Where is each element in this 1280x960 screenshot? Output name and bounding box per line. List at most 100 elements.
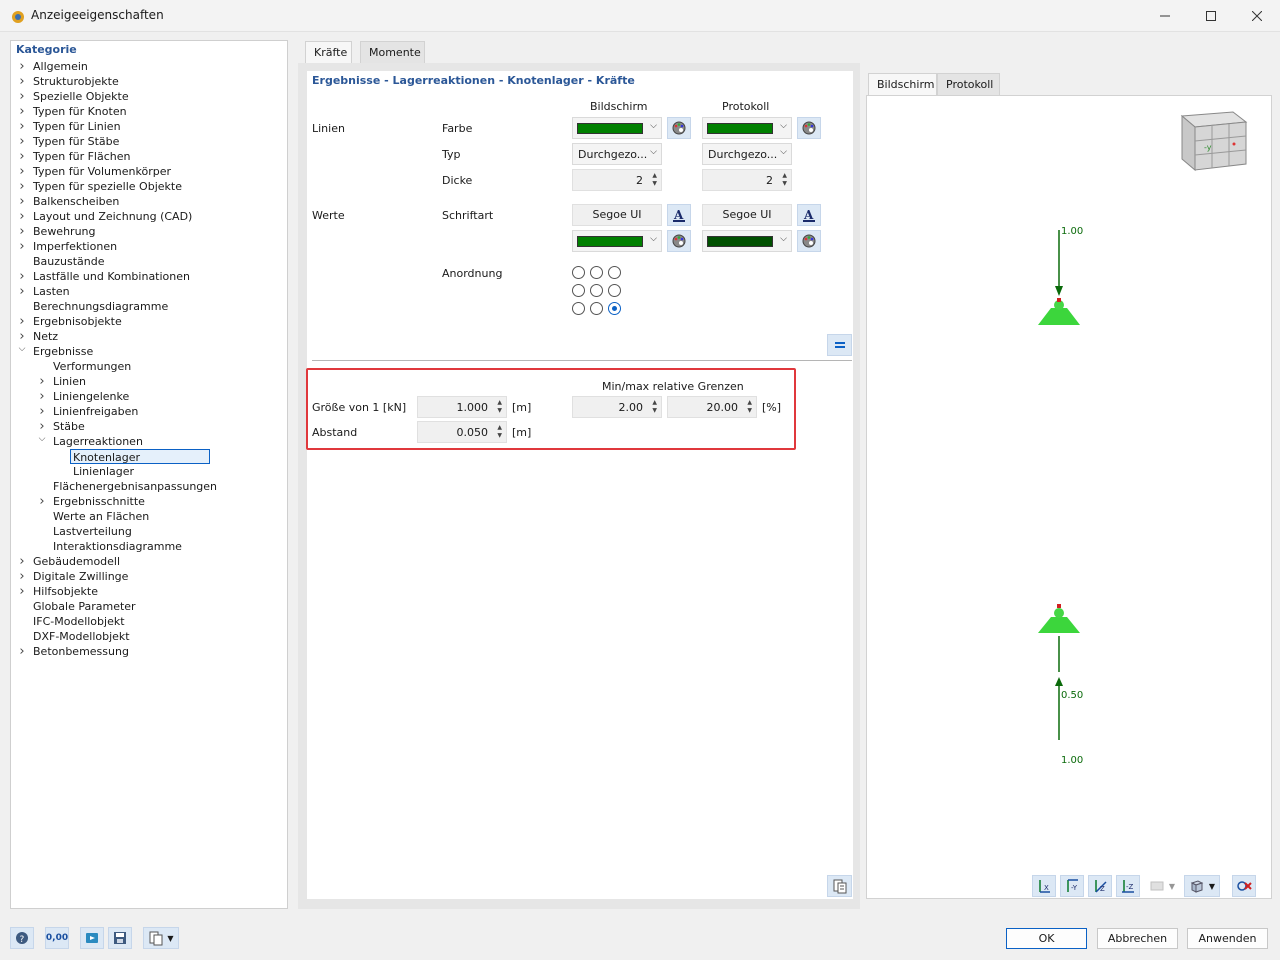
limit-min-spinner[interactable]: 2.00 ▲ ▼ bbox=[572, 396, 662, 418]
tree-item[interactable]: Bewehrung bbox=[33, 224, 96, 239]
line-type-screen-select[interactable]: Durchgezo... ⌵ bbox=[572, 143, 662, 165]
units-button[interactable]: 0,00 bbox=[45, 927, 69, 949]
tree-item[interactable]: Netz bbox=[33, 329, 58, 344]
view-minus-z-button[interactable]: -Z bbox=[1116, 875, 1140, 897]
tree-item[interactable]: Ergebnisse bbox=[33, 344, 93, 359]
tree-item[interactable]: Betonbemessung bbox=[33, 644, 129, 659]
limit-max-spinner[interactable]: 20.00 ▲ ▼ bbox=[667, 396, 757, 418]
chevron-right-icon[interactable]: › bbox=[17, 209, 27, 224]
chevron-right-icon[interactable]: › bbox=[17, 119, 27, 134]
view-minus-y-button[interactable]: -Y bbox=[1060, 875, 1084, 897]
close-button[interactable] bbox=[1234, 0, 1280, 32]
tree-item[interactable]: Lasten bbox=[33, 284, 70, 299]
tab-kraefte[interactable]: Kräfte bbox=[305, 41, 352, 63]
help-button[interactable]: ? bbox=[10, 927, 34, 949]
font-color-protocol-button[interactable]: A bbox=[797, 204, 821, 226]
tree-item[interactable]: Berechnungsdiagramme bbox=[33, 299, 168, 314]
save-button[interactable] bbox=[108, 927, 132, 949]
tree-item[interactable]: Imperfektionen bbox=[33, 239, 117, 254]
arrangement-top-left-radio[interactable] bbox=[572, 266, 585, 279]
tree-item[interactable]: Linien bbox=[53, 374, 86, 389]
thickness-screen-spinner[interactable]: 2 ▲ ▼ bbox=[572, 169, 662, 191]
chevron-right-icon[interactable]: › bbox=[17, 134, 27, 149]
thickness-protocol-spinner[interactable]: 2 ▲ ▼ bbox=[702, 169, 792, 191]
tree-item[interactable]: Allgemein bbox=[33, 59, 88, 74]
chevron-right-icon[interactable]: › bbox=[17, 179, 27, 194]
tree-item[interactable]: Ergebnisschnitte bbox=[53, 494, 145, 509]
tree-item[interactable]: Lastverteilung bbox=[53, 524, 132, 539]
chevron-right-icon[interactable]: › bbox=[17, 569, 27, 584]
view-z-button[interactable]: Z bbox=[1088, 875, 1112, 897]
chevron-right-icon[interactable]: › bbox=[37, 404, 47, 419]
chevron-right-icon[interactable]: › bbox=[37, 374, 47, 389]
value-color-protocol-palette-button[interactable] bbox=[797, 230, 821, 252]
tree-item[interactable]: Lagerreaktionen bbox=[53, 434, 143, 449]
chevron-right-icon[interactable]: › bbox=[37, 389, 47, 404]
minimize-button[interactable] bbox=[1142, 0, 1188, 32]
tree-item[interactable]: Ergebnisobjekte bbox=[33, 314, 122, 329]
tree-item[interactable]: Digitale Zwillinge bbox=[33, 569, 128, 584]
tree-item[interactable]: Typen für Flächen bbox=[33, 149, 130, 164]
arrangement-bottom-left-radio[interactable] bbox=[572, 302, 585, 315]
value-color-screen-select[interactable]: ⌵ bbox=[572, 230, 662, 252]
line-color-protocol-select[interactable]: ⌵ bbox=[702, 117, 792, 139]
tree-item[interactable]: Strukturobjekte bbox=[33, 74, 119, 89]
tree-item[interactable]: IFC-Modellobjekt bbox=[33, 614, 125, 629]
chevron-right-icon[interactable]: › bbox=[17, 284, 27, 299]
tree-item[interactable]: Balkenscheiben bbox=[33, 194, 119, 209]
spinner-arrows-icon[interactable]: ▲ ▼ bbox=[652, 399, 657, 415]
spinner-arrows-icon[interactable]: ▲ ▼ bbox=[747, 399, 752, 415]
tree-item[interactable]: Typen für Stäbe bbox=[33, 134, 119, 149]
arrangement-top-right-radio[interactable] bbox=[608, 266, 621, 279]
chevron-right-icon[interactable]: › bbox=[17, 314, 27, 329]
reset-view-button[interactable] bbox=[1232, 875, 1256, 897]
value-color-screen-palette-button[interactable] bbox=[667, 230, 691, 252]
tree-item[interactable]: Knotenlager bbox=[70, 449, 210, 464]
chevron-right-icon[interactable]: › bbox=[17, 194, 27, 209]
spinner-arrows-icon[interactable]: ▲ ▼ bbox=[497, 424, 502, 440]
spinner-arrows-icon[interactable]: ▲ ▼ bbox=[782, 172, 787, 188]
library-button[interactable] bbox=[827, 875, 852, 897]
view-x-button[interactable]: X bbox=[1032, 875, 1056, 897]
chevron-right-icon[interactable]: › bbox=[37, 419, 47, 434]
font-color-screen-button[interactable]: A bbox=[667, 204, 691, 226]
tree-item[interactable]: Liniengelenke bbox=[53, 389, 129, 404]
font-protocol-button[interactable]: Segoe UI bbox=[702, 204, 792, 226]
arrangement-middle-right-radio[interactable] bbox=[608, 284, 621, 297]
tree-item[interactable]: Gebäudemodell bbox=[33, 554, 120, 569]
tree-item[interactable]: Bauzustände bbox=[33, 254, 105, 269]
equalize-button[interactable] bbox=[827, 334, 852, 356]
ok-button[interactable]: OK bbox=[1006, 928, 1087, 949]
arrangement-top-center-radio[interactable] bbox=[590, 266, 603, 279]
tree-item[interactable]: Flächenergebnisanpassungen bbox=[53, 479, 217, 494]
chevron-right-icon[interactable]: › bbox=[17, 74, 27, 89]
chevron-right-icon[interactable]: › bbox=[17, 644, 27, 659]
arrangement-middle-center-radio[interactable] bbox=[590, 284, 603, 297]
tree-item[interactable]: Lastfälle und Kombinationen bbox=[33, 269, 190, 284]
chevron-right-icon[interactable]: › bbox=[17, 269, 27, 284]
cancel-button[interactable]: Abbrechen bbox=[1097, 928, 1178, 949]
chevron-right-icon[interactable]: › bbox=[37, 494, 47, 509]
render-mode-button[interactable]: ▼ bbox=[1144, 875, 1180, 897]
preview-viewport[interactable]: -y 1.00 0.50 1.00 X -Y Z -Z ▼ ▼ bbox=[866, 95, 1272, 899]
category-tree[interactable]: Kategorie › Allgemein › Strukturobjekte › Spe… bbox=[10, 40, 288, 909]
tab-bildschirm[interactable]: Bildschirm bbox=[868, 73, 937, 95]
value-color-protocol-select[interactable]: ⌵ bbox=[702, 230, 792, 252]
chevron-right-icon[interactable]: › bbox=[17, 149, 27, 164]
tree-item[interactable]: Hilfsobjekte bbox=[33, 584, 98, 599]
chevron-right-icon[interactable]: › bbox=[17, 584, 27, 599]
tab-momente[interactable]: Momente bbox=[360, 41, 425, 63]
spinner-arrows-icon[interactable]: ▲ ▼ bbox=[652, 172, 657, 188]
tree-item[interactable]: Globale Parameter bbox=[33, 599, 136, 614]
chevron-right-icon[interactable]: › bbox=[17, 89, 27, 104]
tree-item[interactable]: DXF-Modellobjekt bbox=[33, 629, 130, 644]
tree-item[interactable]: Linienlager bbox=[73, 464, 134, 479]
arrangement-bottom-right-radio[interactable] bbox=[608, 302, 621, 315]
box-view-button[interactable]: ▼ bbox=[1184, 875, 1220, 897]
tree-item[interactable]: Stäbe bbox=[53, 419, 85, 434]
tree-item[interactable]: Layout und Zeichnung (CAD) bbox=[33, 209, 192, 224]
tree-item[interactable]: Interaktionsdiagramme bbox=[53, 539, 182, 554]
clipboard-menu-button[interactable]: ▼ bbox=[143, 927, 179, 949]
chevron-right-icon[interactable]: › bbox=[17, 59, 27, 74]
chevron-right-icon[interactable]: › bbox=[17, 164, 27, 179]
